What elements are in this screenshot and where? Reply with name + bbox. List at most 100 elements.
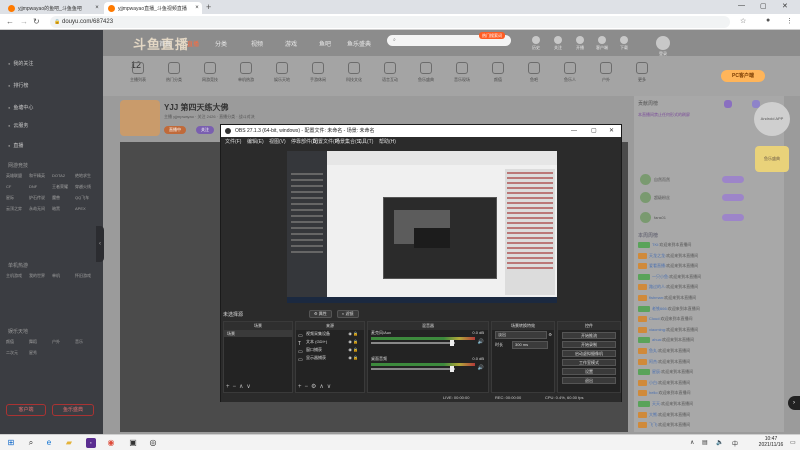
category-link[interactable]: 穿越火线 <box>75 181 98 192</box>
source-item[interactable]: T 文本 (GDI+) ◉ 🔒 <box>296 338 364 347</box>
chat-message[interactable]: TKI:欢迎来到本直播间 <box>638 242 780 248</box>
nav-game[interactable]: 游戏 <box>285 39 297 48</box>
follow-tag-button[interactable]: 关注 <box>196 126 214 134</box>
chat-message[interactable]: 阿杰:欢迎来到本直播间 <box>638 358 780 365</box>
search-icon[interactable]: ⌕ <box>26 438 36 448</box>
category-link[interactable]: 舞蹈 <box>29 336 52 347</box>
chat-message[interactable]: 星辰:欢迎来到本直播间 <box>638 369 780 376</box>
eye-icon[interactable]: ◉ 🔒 <box>348 330 358 338</box>
nav-live[interactable]: 直播 <box>8 142 23 149</box>
duration-input[interactable]: 300 ms <box>512 341 548 349</box>
category-link[interactable]: 永劫无间 <box>29 203 52 214</box>
chrome-icon[interactable]: ◉ <box>106 438 116 448</box>
chat-message[interactable]: 天龙之龙:欢迎来到本直播间 <box>638 252 780 259</box>
category-link[interactable]: 颜值 <box>6 336 29 347</box>
category-link[interactable]: QQ飞车 <box>75 192 98 203</box>
source-item[interactable]: ▭ 显示器捕获 ◉ 🔒 <box>296 354 364 363</box>
obs-menu-item[interactable]: 编辑(E) <box>247 138 264 145</box>
eye-icon[interactable]: ◉ 🔒 <box>348 354 358 362</box>
category-item[interactable]: 热门分类 <box>159 62 189 83</box>
control-button[interactable]: 工作室模式 <box>562 359 616 366</box>
category-link[interactable]: 星秀 <box>29 347 52 358</box>
download-button[interactable]: 下载 <box>615 36 633 51</box>
source-item[interactable]: ▭ 窗口捕获 ◉ 🔒 <box>296 346 364 355</box>
obs-menu-item[interactable]: 帮助(H) <box>379 138 396 145</box>
collapse-sidebar-icon[interactable]: ‹ <box>96 226 104 262</box>
category-item[interactable]: 网游竞技 <box>195 62 225 83</box>
category-link[interactable]: 魔兽 <box>52 192 75 203</box>
top-user-row[interactable]: 超级粉丝 <box>638 192 780 204</box>
category-link[interactable]: CF <box>6 181 29 192</box>
chat-user[interactable]: 鱼丸: <box>649 348 658 353</box>
category-item[interactable]: 鱼吧 <box>519 62 549 83</box>
app-promo[interactable]: Android APP 鱼乐盛典 <box>752 102 792 172</box>
chat-message[interactable]: 路过的人:欢迎来到本直播间 <box>638 284 780 291</box>
obs-menu-item[interactable]: 文件(F) <box>225 138 241 145</box>
account-icon[interactable]: ● <box>766 17 770 24</box>
chat-user[interactable]: 天天: <box>652 401 661 406</box>
nav-video[interactable]: 视频 <box>251 39 263 48</box>
category-link[interactable]: 我的世界 <box>29 270 52 281</box>
volume-icon[interactable]: 🔈 <box>716 439 723 446</box>
obs-close-icon[interactable]: ✕ <box>609 125 614 137</box>
control-button[interactable]: 设置 <box>562 368 616 375</box>
obs-menu-item[interactable]: 工具(T) <box>357 138 373 145</box>
source-controls[interactable]: +−⚙∧∨ <box>298 383 334 390</box>
category-item[interactable]: 主播列表 <box>123 62 153 83</box>
streamer-avatar[interactable] <box>120 100 160 136</box>
category-item[interactable]: 手游休闲 <box>303 62 333 83</box>
media-icon[interactable]: ▣ <box>128 438 138 448</box>
chat-message[interactable]: 老铁666:欢迎来到本直播间 <box>638 305 780 312</box>
maximize-icon[interactable]: ▢ <box>760 2 767 10</box>
category-link[interactable]: 二次元 <box>6 347 29 358</box>
edge-icon[interactable]: e <box>44 438 54 448</box>
category-item[interactable]: 语言互动 <box>375 62 405 83</box>
new-tab-icon[interactable]: + <box>206 2 211 12</box>
scroll-arrow-icon[interactable]: › <box>788 396 800 410</box>
category-link[interactable]: 英雄联盟 <box>6 170 29 181</box>
stream-button[interactable]: 开播 <box>571 36 589 51</box>
properties-button[interactable]: ⚙ 属性 <box>309 310 332 318</box>
nav-center[interactable]: 鱼塘中心 <box>8 104 33 111</box>
obs-minimize-icon[interactable]: — <box>571 125 577 137</box>
category-link[interactable]: 和平精英 <box>29 170 52 181</box>
chat-user[interactable]: 一只小鱼: <box>652 274 669 279</box>
close-tab-icon[interactable]: × <box>92 5 102 11</box>
history-button[interactable]: 历史 <box>527 36 545 51</box>
follow-button[interactable]: 关注 <box>549 36 567 51</box>
volume-slider[interactable] <box>371 368 455 370</box>
chat-message[interactable]: Cloud:欢迎来到本直播间 <box>638 316 780 323</box>
chat-user[interactable]: 路过的人: <box>649 284 666 289</box>
chat-message[interactable]: 飞飞:欢迎来到本直播间 <box>638 422 780 429</box>
url-field[interactable]: 🔒 douyu.com/687423 <box>50 16 730 28</box>
chat-message[interactable]: fishman:欢迎来到本直播间 <box>638 295 780 301</box>
category-link[interactable]: 怀旧游戏 <box>75 270 98 281</box>
volume-slider[interactable] <box>371 342 455 344</box>
chat-user[interactable]: fishman: <box>649 295 664 300</box>
nav-festival[interactable]: 鱼乐盛典 <box>347 39 371 48</box>
category-item[interactable]: 更多 <box>627 62 657 83</box>
transition-gear-icon[interactable]: ⚙ <box>548 330 552 340</box>
category-link[interactable]: DNF <box>29 181 52 192</box>
control-button[interactable]: 开始推流 <box>562 332 616 339</box>
source-item[interactable]: ▭ 视频采集设备 ◉ 🔒 <box>296 330 364 339</box>
obs-taskbar-icon[interactable]: ◎ <box>148 438 158 448</box>
category-link[interactable]: 炉石传说 <box>29 192 52 203</box>
chat-user[interactable]: 飞飞: <box>649 422 658 427</box>
chat-user[interactable]: 阿杰: <box>649 359 658 364</box>
nav-category[interactable]: 分类 <box>215 39 227 48</box>
category-item[interactable]: 鱼乐盛典 <box>411 62 441 83</box>
chat-message[interactable]: 爱看直播:欢迎来到本直播间 <box>638 263 780 270</box>
minimize-icon[interactable]: — <box>738 2 745 9</box>
transition-select[interactable]: 淡出 <box>495 331 547 339</box>
chat-message[interactable]: 天天:欢迎来到本直播间 <box>638 401 780 407</box>
category-link[interactable]: 暗黑 <box>52 203 75 214</box>
speaker-icon[interactable]: 🔊 <box>478 365 484 371</box>
forward-icon[interactable]: → <box>20 17 28 26</box>
chat-user[interactable]: ahua: <box>652 337 662 342</box>
chat-message[interactable]: 大熊:欢迎来到本直播间 <box>638 411 780 418</box>
filters-button[interactable]: ◐ 滤镜 <box>337 310 359 318</box>
category-link[interactable]: 户外 <box>52 336 75 347</box>
back-icon[interactable]: ← <box>6 17 14 26</box>
category-item[interactable]: 户外 <box>591 62 621 83</box>
